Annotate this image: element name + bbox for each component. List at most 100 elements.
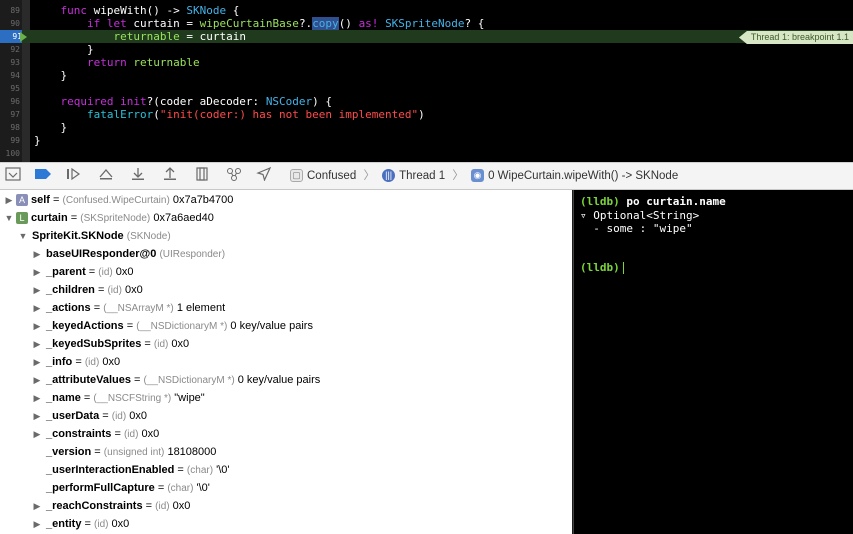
code-line[interactable]: 94 } bbox=[0, 69, 853, 82]
disclosure-collapsed-icon[interactable]: ▶ bbox=[32, 497, 42, 515]
variable-name: _children bbox=[46, 284, 95, 296]
variable-row[interactable]: ▶ _children = (id) 0x0 bbox=[32, 281, 143, 299]
code-token: SKSpriteNode bbox=[385, 17, 465, 30]
line-number[interactable]: 94 bbox=[0, 69, 20, 82]
disclosure-collapsed-icon[interactable]: ▶ bbox=[32, 317, 42, 335]
code-line[interactable]: 89 func wipeWith() -> SKNode { bbox=[0, 4, 853, 17]
disclosure-collapsed-icon[interactable]: ▶ bbox=[32, 245, 42, 263]
code-line[interactable]: 97 fatalError("init(coder:) has not been… bbox=[0, 108, 853, 121]
variable-row[interactable]: ▼ Lcurtain = (SKSpriteNode) 0x7a6aed40 bbox=[4, 209, 214, 227]
variable-name: self bbox=[31, 194, 50, 206]
line-number[interactable]: 95 bbox=[0, 82, 20, 95]
code-line[interactable]: 95 bbox=[0, 82, 853, 95]
debug-bar: ▢ Confused 〉 ||| Thread 1 〉 ◉ 0 WipeCurtain… bbox=[0, 162, 853, 190]
line-number[interactable]: 93 bbox=[0, 56, 20, 69]
disclosure-collapsed-icon[interactable]: ▶ bbox=[32, 353, 42, 371]
variable-type: (id) bbox=[94, 519, 109, 530]
disclosure-collapsed-icon[interactable]: ▶ bbox=[32, 335, 42, 353]
variables-view[interactable]: ▶ Aself = (Confused.WipeCurtain) 0x7a7b47… bbox=[0, 190, 572, 534]
variable-row[interactable]: ▶ _userData = (id) 0x0 bbox=[32, 407, 147, 425]
disclosure-collapsed-icon[interactable]: ▶ bbox=[32, 407, 42, 425]
step-over-icon[interactable] bbox=[96, 167, 116, 185]
hide-debug-area-icon[interactable] bbox=[3, 167, 23, 185]
line-number[interactable]: 99 bbox=[0, 134, 20, 147]
disclosure-collapsed-icon[interactable]: ▶ bbox=[4, 191, 14, 209]
disclosure-expanded-icon[interactable]: ▼ bbox=[18, 227, 28, 245]
variable-type: (Confused.WipeCurtain) bbox=[62, 195, 170, 206]
variable-row[interactable]: ▶ _parent = (id) 0x0 bbox=[32, 263, 134, 281]
code-text: func wipeWith() -> SKNode { bbox=[34, 4, 240, 17]
memory-graph-icon[interactable] bbox=[224, 167, 244, 185]
continue-icon[interactable] bbox=[63, 167, 83, 185]
console-input-line[interactable]: (lldb) bbox=[580, 261, 624, 274]
code-line[interactable]: 90 if let curtain = wipeCurtainBase?.cop… bbox=[0, 17, 853, 30]
line-number[interactable]: 89 bbox=[0, 4, 20, 17]
code-token: if let bbox=[86, 17, 127, 30]
disclosure-collapsed-icon[interactable]: ▶ bbox=[32, 389, 42, 407]
code-line[interactable]: 100 bbox=[0, 147, 853, 160]
variable-row[interactable]: ▶ _info = (id) 0x0 bbox=[32, 353, 121, 371]
step-into-icon[interactable] bbox=[128, 167, 148, 185]
code-token: fatalError bbox=[86, 108, 154, 121]
disclosure-collapsed-icon[interactable]: ▶ bbox=[32, 263, 42, 281]
simulate-location-icon[interactable] bbox=[254, 166, 274, 185]
local-badge-icon: L bbox=[16, 212, 28, 225]
disclosure-collapsed-icon[interactable]: ▶ bbox=[32, 515, 42, 533]
disclosure-collapsed-icon[interactable]: ▶ bbox=[32, 281, 42, 299]
variable-row[interactable]: ▶ _constraints = (id) 0x0 bbox=[32, 425, 160, 443]
disclosure-collapsed-icon[interactable]: ▶ bbox=[32, 299, 42, 317]
line-number[interactable]: 91 bbox=[0, 30, 22, 43]
variable-value: 0x0 bbox=[121, 284, 143, 296]
code-token: } bbox=[34, 134, 41, 147]
crumb-process[interactable]: ▢ Confused bbox=[290, 163, 356, 190]
disclosure-expanded-icon[interactable]: ▼ bbox=[4, 209, 14, 227]
variable-value: 0 key/value pairs bbox=[234, 374, 321, 386]
variable-row[interactable]: ▼ SpriteKit.SKNode (SKNode) bbox=[18, 227, 171, 245]
breakpoints-toggle-icon[interactable] bbox=[33, 167, 53, 185]
variable-row[interactable]: _userInteractionEnabled = (char) '\0' bbox=[32, 461, 229, 479]
variable-row[interactable]: ▶ _entity = (id) 0x0 bbox=[32, 515, 130, 533]
line-number[interactable]: 90 bbox=[0, 17, 20, 30]
code-text: } bbox=[34, 43, 94, 56]
line-number[interactable]: 98 bbox=[0, 121, 20, 134]
view-hierarchy-icon[interactable] bbox=[192, 167, 212, 185]
line-number[interactable]: 100 bbox=[0, 147, 20, 160]
code-line[interactable]: 99} bbox=[0, 134, 853, 147]
variable-name: _version bbox=[46, 446, 92, 458]
variable-equals: = bbox=[111, 428, 124, 440]
variable-row[interactable]: _performFullCapture = (char) '\0' bbox=[32, 479, 210, 497]
variable-row[interactable]: ▶ Aself = (Confused.WipeCurtain) 0x7a7b47… bbox=[4, 191, 233, 209]
variable-row[interactable]: ▶ _attributeValues = (__NSDictionaryM *) … bbox=[32, 371, 321, 389]
line-number[interactable]: 97 bbox=[0, 108, 20, 121]
line-number[interactable]: 96 bbox=[0, 95, 20, 108]
disclosure-collapsed-icon[interactable]: ▶ bbox=[32, 425, 42, 443]
variable-row[interactable]: ▶ _actions = (__NSArrayM *) 1 element bbox=[32, 299, 226, 317]
variable-equals: = bbox=[49, 194, 63, 206]
step-out-icon[interactable] bbox=[160, 167, 180, 185]
crumb-frame[interactable]: ◉ 0 WipeCurtain.wipeWith() -> SKNode bbox=[471, 163, 678, 190]
instruction-pointer-icon[interactable] bbox=[20, 32, 27, 42]
code-line[interactable]: 93 return returnable bbox=[0, 56, 853, 69]
crumb-thread[interactable]: ||| Thread 1 bbox=[382, 163, 445, 190]
variable-equals: = bbox=[72, 356, 85, 368]
text-cursor bbox=[622, 262, 624, 274]
argument-badge-icon: A bbox=[16, 194, 28, 207]
line-number[interactable]: 92 bbox=[0, 43, 20, 56]
variable-row[interactable]: ▶ _keyedActions = (__NSDictionaryM *) 0 k… bbox=[32, 317, 313, 335]
variable-row[interactable]: ▶ _reachConstraints = (id) 0x0 bbox=[32, 497, 191, 515]
disclosure-collapsed-icon[interactable]: ▶ bbox=[32, 371, 42, 389]
variable-row[interactable]: ▶ _name = (__NSCFString *) "wipe" bbox=[32, 389, 205, 407]
code-text: required init?(coder aDecoder: NSCoder) … bbox=[34, 95, 333, 108]
code-line-breakpoint[interactable]: 91 returnable = curtain bbox=[0, 30, 853, 43]
code-line[interactable]: 96 required init?(coder aDecoder: NSCode… bbox=[0, 95, 853, 108]
code-line[interactable]: 98 } bbox=[0, 121, 853, 134]
code-editor[interactable]: 89 func wipeWith() -> SKNode {90 if let … bbox=[0, 0, 853, 162]
debug-console[interactable]: (lldb) po curtain.name ▿ Optional<String… bbox=[573, 190, 853, 534]
code-line[interactable]: 92 } bbox=[0, 43, 853, 56]
variable-row[interactable]: ▶ baseUIResponder@0 (UIResponder) bbox=[32, 245, 226, 263]
variable-row[interactable]: _version = (unsigned int) 18108000 bbox=[32, 443, 216, 461]
console-output-line: ▿ Optional<String> bbox=[580, 209, 700, 222]
code-text: return returnable bbox=[34, 56, 200, 69]
variable-row[interactable]: ▶ _keyedSubSprites = (id) 0x0 bbox=[32, 335, 190, 353]
variable-equals: = bbox=[99, 410, 112, 422]
